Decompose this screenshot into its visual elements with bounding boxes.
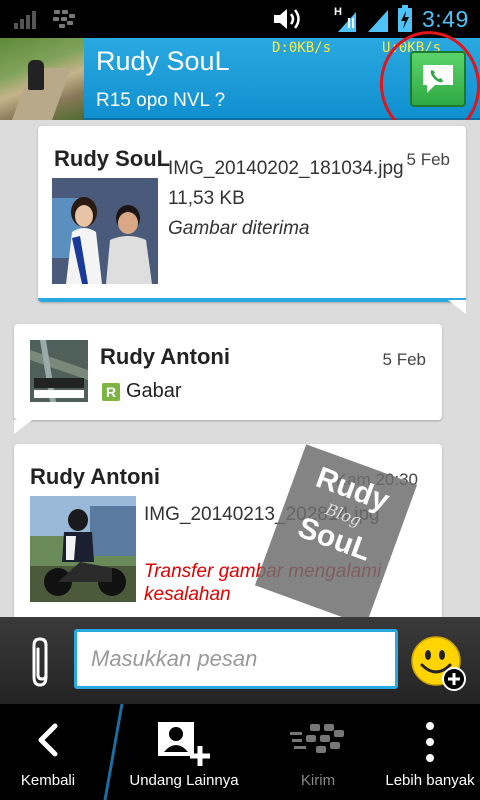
phone-call-icon [423,65,453,93]
invite-others-button[interactable]: Undang Lainnya [120,704,248,800]
more-label: Lebih banyak [385,772,475,789]
message-input[interactable] [74,629,398,689]
action-bar: Kembali Undang Lainnya Kirim Lebih banya… [0,704,480,800]
sticker-thumbnail[interactable] [30,340,88,402]
image-thumbnail[interactable] [30,496,136,602]
volume-icon [274,9,300,29]
status-bar: H 3:49 [0,0,480,38]
battery-charging-icon [398,5,412,32]
attachment-filename: IMG_20140213_202814.jpg [144,504,380,525]
download-speed: D:0KB/s [272,40,332,56]
photo-couple-icon [52,178,158,284]
message-bubble-sent[interactable]: Rudy SouL 5 Feb IMG_20140202_181034.jpg … [38,126,466,314]
map-sticker-icon [30,340,88,402]
image-thumbnail[interactable] [52,178,158,284]
message-date: 5 Feb [406,150,450,169]
transfer-error: Transfer gambar mengalami kesalahan [144,561,382,605]
svg-text:H: H [334,6,342,18]
sticker-badge: R [102,382,120,401]
paperclip-icon[interactable] [20,635,60,691]
add-contact-icon [158,722,210,766]
contact-status: R15 opo NVL ? [96,90,226,111]
back-button[interactable]: Kembali [0,704,96,800]
bbm-icon [53,10,75,28]
avatar-rider [28,60,44,90]
send-button[interactable]: Kirim [268,704,368,800]
contact-avatar[interactable] [0,38,84,120]
invite-label: Undang Lainnya [129,772,239,789]
bubble-tail [448,300,466,314]
attachment-filename: IMG_20140202_181034.jpg [168,158,404,179]
message-bubble-received[interactable]: Rudy Antoni Kam 20:30 IMG_20140213_20281… [14,444,442,617]
conversation-list[interactable]: Rudy SouL 5 Feb IMG_20140202_181034.jpg … [0,120,480,617]
chevron-left-icon [38,723,58,757]
bubble-tail [14,420,32,434]
contact-name[interactable]: Rudy SouL [96,46,230,77]
message-sender: Rudy Antoni [100,344,230,369]
message-composer [0,617,480,704]
overflow-menu-icon [426,722,434,762]
send-label: Kirim [300,772,336,789]
voice-call-button[interactable] [410,51,466,107]
sticker-line: R Gabar [102,380,182,403]
smiley-add-icon[interactable] [410,635,468,693]
message-text: Gabar [126,380,182,402]
hspa-icon: H [334,6,356,32]
attachment-filesize: 11,53 KB [168,188,245,209]
chat-header: Rudy SouL R15 opo NVL ? D:0KB/s U:0KB/s [0,38,480,120]
message-bubble-received[interactable]: Rudy Antoni 5 Feb R Gabar [14,324,442,434]
transfer-status: Gambar diterima [168,218,310,239]
message-date: 5 Feb [382,350,426,369]
bbm-send-icon [290,724,344,753]
message-sender: Rudy SouL [54,146,171,171]
message-date: Kam 20:30 [335,470,418,489]
clock: 3:49 [422,6,469,32]
back-label: Kembali [20,772,76,789]
more-button[interactable]: Lebih banyak [380,704,480,800]
photo-motorbike-icon [30,496,136,602]
signal-icon [368,10,388,32]
message-sender: Rudy Antoni [30,464,160,489]
signal-icon [14,11,36,29]
